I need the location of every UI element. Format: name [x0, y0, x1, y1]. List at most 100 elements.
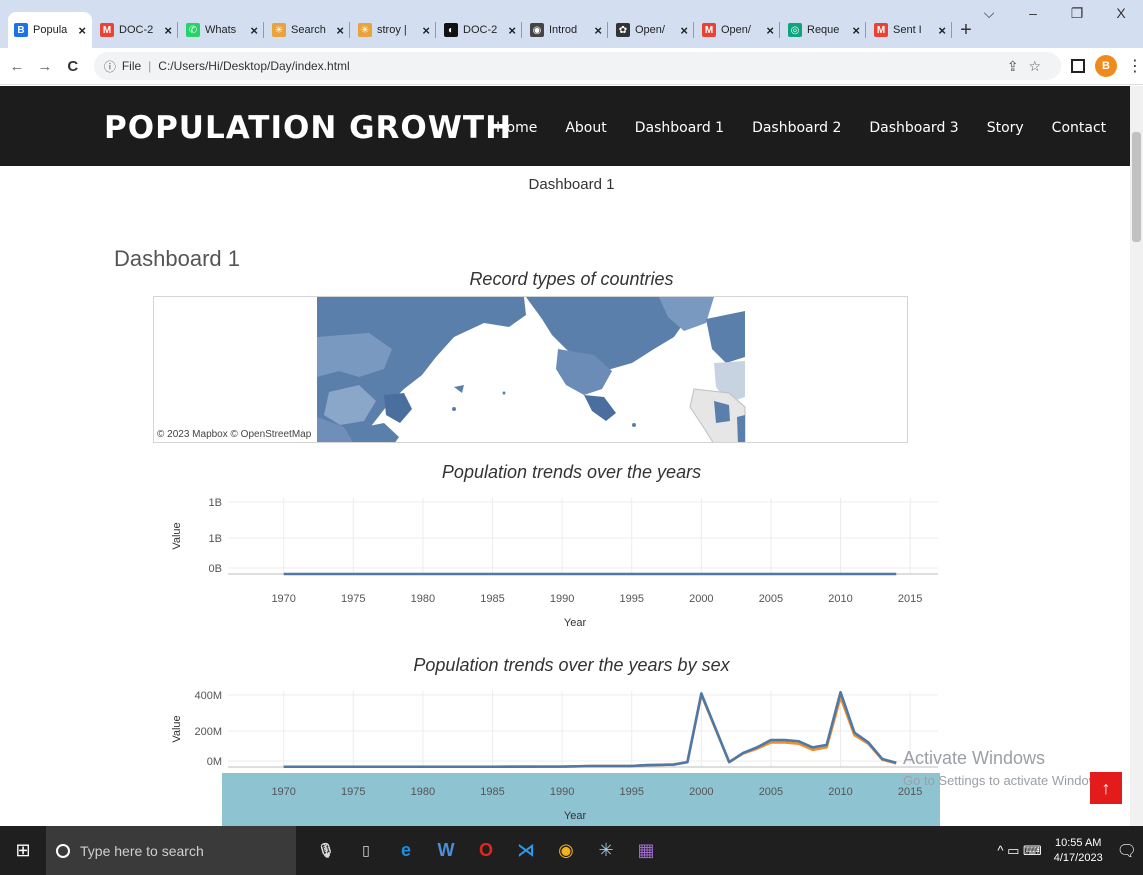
x-tick-label: 1990	[550, 593, 574, 605]
close-window-button[interactable]: X	[1099, 0, 1143, 28]
x-axis-label: Year	[564, 617, 587, 629]
profile-avatar[interactable]: B	[1095, 55, 1117, 77]
tab-close-icon[interactable]: ×	[508, 23, 516, 38]
tab-title: DOC-2	[119, 24, 154, 36]
tab-title: Whats	[205, 24, 237, 36]
word-icon[interactable]: W	[428, 833, 464, 869]
url-text[interactable]: C:/Users/Hi/Desktop/Day/index.html	[158, 59, 349, 73]
x-tick-label: 2010	[828, 593, 852, 605]
x-tick-label: 1980	[411, 786, 435, 798]
site-brand[interactable]: POPULATION GROWTH	[104, 110, 512, 146]
tab-close-icon[interactable]: ×	[250, 23, 258, 38]
taskbar-clock[interactable]: 10:55 AM 4/17/2023	[1054, 836, 1103, 866]
browser-tab[interactable]: ✳ Search ×	[266, 12, 350, 48]
browser-tab[interactable]: ✳ stroy | ×	[352, 12, 436, 48]
browser-tab[interactable]: B Popula ×	[8, 12, 92, 48]
browser-tab[interactable]: ✆ Whats ×	[180, 12, 264, 48]
population-trend-chart[interactable]: 1970 1975 1980 1985 1990 1995 2000 2005 2010 2015…	[0, 490, 1143, 640]
system-tray: ^ ▭ ⌨ 10:55 AM 4/17/2023 🗨	[997, 826, 1143, 875]
url-separator: |	[148, 59, 152, 73]
x-tick-label: 2005	[759, 786, 783, 798]
y-tick-label: 1B	[209, 497, 222, 509]
task-view-icon[interactable]: ▯	[348, 833, 384, 869]
y-axis-label: Value	[171, 715, 183, 742]
menu-kebab-icon[interactable]: ⋮	[1127, 56, 1143, 76]
window-controls: ⌵ – ❐ X	[967, 0, 1143, 28]
minimize-button[interactable]: –	[1011, 0, 1055, 28]
reload-icon[interactable]: C	[62, 58, 84, 75]
tab-separator	[263, 22, 264, 38]
share-bookmark-icons[interactable]: ⇪☆	[1007, 58, 1051, 75]
opera-icon[interactable]: O	[468, 833, 504, 869]
tab-favicon-icon: M	[100, 23, 114, 37]
forward-icon[interactable]: →	[34, 58, 56, 75]
back-icon[interactable]: ←	[6, 58, 28, 75]
browser-tab[interactable]: M Sent I ×	[868, 12, 952, 48]
y-tick-label: 0M	[207, 756, 222, 768]
nav-home[interactable]: Home	[496, 120, 537, 136]
omnibox[interactable]: ⓘ File | C:/Users/Hi/Desktop/Day/index.h…	[93, 52, 1062, 80]
browser-tab[interactable]: M Open/ ×	[696, 12, 780, 48]
tab-separator	[951, 22, 952, 38]
tab-favicon-icon: ✳	[272, 23, 286, 37]
map-title: Record types of countries	[469, 269, 674, 289]
nav-contact[interactable]: Contact	[1052, 120, 1106, 136]
microphone-icon[interactable]: 🎙	[308, 833, 344, 869]
world-map[interactable]: © 2023 Mapbox © OpenStreetMap	[153, 296, 908, 443]
tab-search-icon[interactable]: ⌵	[967, 0, 1011, 28]
tab-close-icon[interactable]: ×	[938, 23, 946, 38]
map-attribution[interactable]: © 2023 Mapbox © OpenStreetMap	[157, 429, 311, 440]
tab-close-icon[interactable]: ×	[336, 23, 344, 38]
web-page: POPULATION GROWTH Home About Dashboard 1…	[0, 86, 1143, 826]
side-panel-icon[interactable]	[1071, 59, 1086, 73]
nav-dashboard-1[interactable]: Dashboard 1	[635, 120, 724, 136]
taskbar-search[interactable]: Type here to search	[46, 826, 296, 875]
scrollbar-thumb[interactable]	[1132, 132, 1141, 242]
tab-favicon-icon: ✆	[186, 23, 200, 37]
nav-about[interactable]: About	[565, 120, 606, 136]
nav-dashboard-3[interactable]: Dashboard 3	[869, 120, 958, 136]
tab-close-icon[interactable]: ×	[680, 23, 688, 38]
tab-close-icon[interactable]: ×	[766, 23, 774, 38]
chrome-icon[interactable]: ◉	[548, 833, 584, 869]
x-tick-label: 1985	[480, 593, 504, 605]
tab-close-icon[interactable]: ×	[78, 23, 86, 38]
tab-close-icon[interactable]: ×	[422, 23, 430, 38]
browser-tab[interactable]: ◎ Reque ×	[782, 12, 866, 48]
chart1-title: Population trends over the years	[441, 462, 702, 482]
tab-separator	[521, 22, 522, 38]
nav-story[interactable]: Story	[987, 120, 1024, 136]
browser-tab[interactable]: ◉ Introd ×	[524, 12, 608, 48]
tab-close-icon[interactable]: ×	[164, 23, 172, 38]
maximize-button[interactable]: ❐	[1055, 0, 1099, 28]
y-tick-label: 0B	[209, 563, 222, 575]
tab-favicon-icon: ◎	[788, 23, 802, 37]
nav-dashboard-2[interactable]: Dashboard 2	[752, 120, 841, 136]
notification-icon[interactable]: 🗨	[1117, 841, 1137, 861]
y-tick-label: 200M	[194, 726, 222, 738]
url-scheme: File	[121, 59, 142, 73]
start-icon[interactable]: ⊞	[0, 840, 46, 861]
edge-icon[interactable]: e	[388, 833, 424, 869]
section-label: Dashboard 1	[528, 176, 615, 193]
tab-separator	[865, 22, 866, 38]
browser-tab[interactable]: M DOC-2 ×	[94, 12, 178, 48]
winrar-icon[interactable]: ▦	[628, 833, 664, 869]
tab-title: Introd	[549, 24, 578, 36]
tab-close-icon[interactable]: ×	[594, 23, 602, 38]
browser-tab[interactable]: ✿ Open/ ×	[610, 12, 694, 48]
tab-close-icon[interactable]: ×	[852, 23, 860, 38]
x-axis-label: Year	[564, 810, 587, 822]
back-to-top-button[interactable]: ↑	[1090, 772, 1122, 804]
windows-taskbar: ⊞ Type here to search 🎙 ▯ e W O ⋊ ◉ ✳ ▦ …	[0, 826, 1143, 875]
x-tick-label: 1970	[271, 593, 295, 605]
app-icon[interactable]: ✳	[588, 833, 624, 869]
tray-icons[interactable]: ^ ▭ ⌨	[997, 843, 1041, 859]
tab-favicon-icon: ◉	[530, 23, 544, 37]
page-scrollbar[interactable]	[1130, 86, 1143, 826]
browser-tab[interactable]: ◐ DOC-2 ×	[438, 12, 522, 48]
site-info-icon[interactable]: ⓘ	[104, 58, 116, 75]
vscode-icon[interactable]: ⋊	[508, 833, 544, 869]
series-line	[283, 690, 897, 769]
activate-title: Activate Windows	[903, 748, 1046, 768]
